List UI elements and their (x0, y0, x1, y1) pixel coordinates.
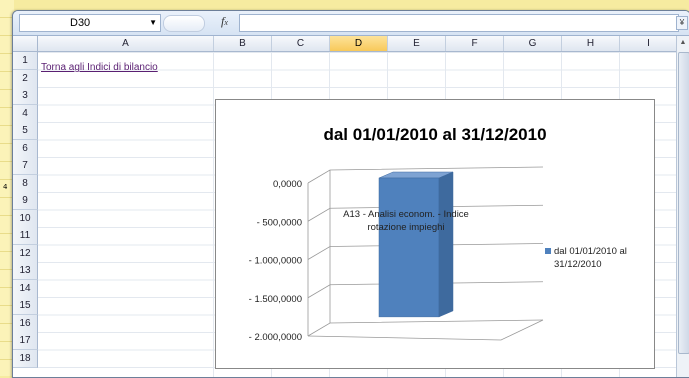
column-headers: ABCDEFGHI (13, 36, 678, 52)
chart-title: dal 01/01/2010 al 31/12/2010 (323, 125, 546, 144)
row-header-4[interactable]: 4 (13, 104, 38, 123)
row-header-12[interactable]: 12 (13, 244, 38, 263)
row-header-2[interactable]: 2 (13, 69, 38, 88)
row-header-15[interactable]: 15 (13, 297, 38, 315)
legend-label-line1: dal 01/01/2010 al (554, 246, 627, 257)
row-header-6[interactable]: 6 (13, 139, 38, 158)
y-tick-label: - 1.500,0000 (249, 294, 302, 305)
row-header-14[interactable]: 14 (13, 279, 38, 298)
category-label-line1: A13 - Analisi econom. - Indice (343, 209, 469, 220)
column-header-c[interactable]: C (272, 36, 330, 51)
y-tick-label: - 500,0000 (257, 217, 302, 228)
bar-front-face (378, 177, 440, 318)
back-to-indices-link[interactable]: Torna agli Indici di bilancio (41, 62, 158, 73)
row-header-17[interactable]: 17 (13, 332, 38, 350)
name-box[interactable]: D30 ▼ (19, 14, 161, 32)
row-header-11[interactable]: 11 (13, 227, 38, 245)
select-all-button[interactable] (13, 36, 38, 51)
column-header-b[interactable]: B (214, 36, 272, 51)
y-tick-label: 0,0000 (273, 179, 302, 190)
legend-swatch (545, 248, 551, 254)
row-header-7[interactable]: 7 (13, 157, 38, 175)
row-header-9[interactable]: 9 (13, 192, 38, 210)
row-header-18[interactable]: 18 (13, 349, 38, 368)
column-header-f[interactable]: F (446, 36, 504, 51)
scrollbar-thumb[interactable] (678, 52, 689, 354)
expand-formula-icon[interactable]: ¥ (676, 16, 688, 30)
chart[interactable]: dal 01/01/2010 al 31/12/2010 0,0000 - 500,… (215, 99, 655, 369)
row-header-3[interactable]: 3 (13, 87, 38, 105)
row-header-16[interactable]: 16 (13, 314, 38, 333)
name-box-value: D30 (70, 17, 91, 29)
bar-side-face (438, 171, 454, 318)
spreadsheet-window: D30 ▼ fx ¥ ABCDEFGHI 1 2 3 4 5 6 7 8 9 10 11 12 13 14… (12, 10, 689, 378)
column-header-h[interactable]: H (562, 36, 620, 51)
row-header-8[interactable]: 8 (13, 174, 38, 193)
row-header-5[interactable]: 5 (13, 122, 38, 140)
scroll-up-icon[interactable]: ▲ (678, 37, 688, 49)
column-header-e[interactable]: E (388, 36, 446, 51)
column-gridline (213, 52, 214, 377)
column-header-d[interactable]: D (330, 36, 388, 51)
background-label: 4 (3, 183, 8, 191)
chart-svg: dal 01/01/2010 al 31/12/2010 0,0000 - 500,… (249, 125, 627, 343)
formula-bar: D30 ▼ fx ¥ (13, 11, 689, 36)
vertical-scrollbar[interactable]: ▲ (676, 36, 689, 377)
legend-label-line2: 31/12/2010 (554, 259, 602, 270)
gridline (307, 319, 544, 337)
column-header-a[interactable]: A (38, 36, 214, 51)
y-tick-label: - 1.000,0000 (249, 256, 302, 267)
y-tick-label: - 2.000,0000 (249, 332, 302, 343)
formula-input[interactable] (239, 14, 679, 32)
row-header-1[interactable]: 1 (13, 52, 38, 70)
chevron-down-icon[interactable]: ▼ (149, 15, 157, 31)
formula-resize-handle[interactable] (163, 15, 205, 32)
column-header-g[interactable]: G (504, 36, 562, 51)
row-header-10[interactable]: 10 (13, 209, 38, 228)
category-label-line2: rotazione impieghi (367, 222, 444, 233)
column-header-i[interactable]: I (620, 36, 678, 51)
function-icon[interactable]: fx (221, 14, 228, 29)
row-header-13[interactable]: 13 (13, 262, 38, 280)
